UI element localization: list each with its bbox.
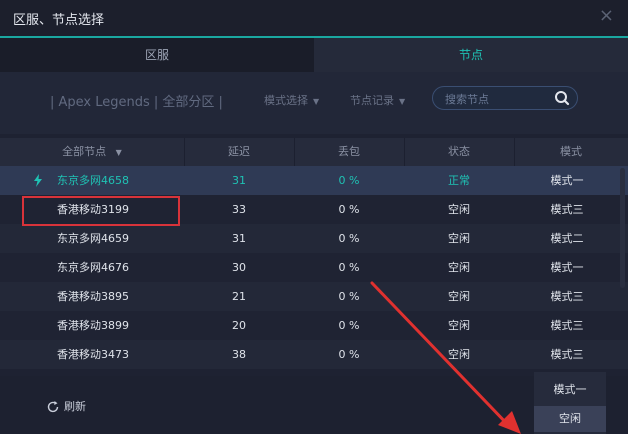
tab-bar: 区服 节点 xyxy=(0,38,628,72)
node-latency: 21 xyxy=(232,290,246,303)
node-name: 东京多网4676 xyxy=(57,261,129,274)
node-latency: 31 xyxy=(232,174,246,187)
node-latency: 31 xyxy=(232,232,246,245)
tab-server[interactable]: 区服 xyxy=(0,38,314,72)
node-latency: 33 xyxy=(232,203,246,216)
node-loss: 0 % xyxy=(338,232,360,245)
caret-down-icon: ▼ xyxy=(313,97,320,106)
node-status: 空闲 xyxy=(448,290,470,303)
node-status: 空闲 xyxy=(448,319,470,332)
node-mode[interactable]: 模式三 xyxy=(514,282,620,311)
node-loss: 0 % xyxy=(338,348,360,361)
node-status: 空闲 xyxy=(448,261,470,274)
table-row[interactable]: 香港移动3473 38 0 % 空闲 模式三 xyxy=(0,340,628,369)
refresh-button[interactable]: 刷新 xyxy=(46,398,86,414)
node-selection-window: 区服、节点选择 × 区服 节点 | Apex Legends | 全部分区 | … xyxy=(0,0,628,434)
refresh-icon xyxy=(47,401,59,413)
highlight-box xyxy=(22,196,180,226)
header-loss[interactable]: 丢包 xyxy=(294,138,405,166)
header-status[interactable]: 状态 xyxy=(404,138,515,166)
node-loss: 0 % xyxy=(338,261,360,274)
node-mode[interactable]: 模式三 xyxy=(514,340,620,369)
node-name: 香港移动3895 xyxy=(57,290,129,303)
table-row[interactable]: 东京多网4658 31 0 % 正常 模式一 xyxy=(0,166,628,195)
node-loss: 0 % xyxy=(338,290,360,303)
node-latency: 20 xyxy=(232,319,246,332)
node-mode[interactable]: 模式三 xyxy=(514,195,620,224)
table-header: 全部节点 ▼ 延迟 丢包 状态 模式 xyxy=(0,138,628,166)
node-latency: 30 xyxy=(232,261,246,274)
lightning-icon xyxy=(34,174,42,187)
search-input[interactable]: 搜索节点 xyxy=(432,86,578,110)
node-mode[interactable]: 模式二 xyxy=(514,224,620,253)
header-latency[interactable]: 延迟 xyxy=(184,138,295,166)
mode-select-dropdown[interactable]: 模式选择 ▼ xyxy=(264,92,319,108)
filter-bar: | Apex Legends | 全部分区 | 模式选择 ▼ 节点记录 ▼ 搜索节点 xyxy=(0,72,628,134)
window-title: 区服、节点选择 xyxy=(13,13,105,28)
mode-dropdown-menu: 模式一 空闲 xyxy=(534,372,606,434)
caret-down-icon: ▼ xyxy=(115,148,122,157)
node-status: 正常 xyxy=(448,174,470,187)
caret-down-icon: ▼ xyxy=(399,97,406,106)
node-name: 东京多网4658 xyxy=(57,174,129,187)
list-scrollbar[interactable] xyxy=(620,168,625,288)
refresh-label: 刷新 xyxy=(64,400,86,413)
node-mode[interactable]: 模式一 xyxy=(514,166,620,195)
mode-select-label: 模式选择 xyxy=(264,94,308,107)
node-record-label: 节点记录 xyxy=(350,94,394,107)
close-icon[interactable]: × xyxy=(599,6,614,26)
node-mode[interactable]: 模式三 xyxy=(514,311,620,340)
node-mode[interactable]: 模式一 xyxy=(514,253,620,282)
node-loss: 0 % xyxy=(338,203,360,216)
node-status: 空闲 xyxy=(448,232,470,245)
table-row[interactable]: 东京多网4676 30 0 % 空闲 模式一 xyxy=(0,253,628,282)
mode-option-selected[interactable]: 空闲 xyxy=(534,406,606,432)
node-loss: 0 % xyxy=(338,319,360,332)
node-record-dropdown[interactable]: 节点记录 ▼ xyxy=(350,92,405,108)
node-name: 香港移动3473 xyxy=(57,348,129,361)
node-status: 空闲 xyxy=(448,348,470,361)
node-name: 香港移动3899 xyxy=(57,319,129,332)
game-region-label: | Apex Legends | 全部分区 | xyxy=(50,95,223,110)
search-icon[interactable] xyxy=(553,89,571,107)
node-loss: 0 % xyxy=(338,174,360,187)
node-status: 空闲 xyxy=(448,203,470,216)
node-latency: 38 xyxy=(232,348,246,361)
search-placeholder: 搜索节点 xyxy=(445,93,489,106)
header-all-nodes-label: 全部节点 xyxy=(62,145,107,158)
table-row[interactable]: 香港移动3895 21 0 % 空闲 模式三 xyxy=(0,282,628,311)
title-bar: 区服、节点选择 × xyxy=(0,0,628,38)
table-row[interactable]: 东京多网4659 31 0 % 空闲 模式二 xyxy=(0,224,628,253)
node-name: 东京多网4659 xyxy=(57,232,129,245)
mode-option[interactable]: 模式一 xyxy=(534,380,606,400)
table-row[interactable]: 香港移动3899 20 0 % 空闲 模式三 xyxy=(0,311,628,340)
tab-node[interactable]: 节点 xyxy=(314,38,628,72)
header-all-nodes[interactable]: 全部节点 ▼ xyxy=(0,138,185,166)
header-mode[interactable]: 模式 xyxy=(514,138,628,166)
